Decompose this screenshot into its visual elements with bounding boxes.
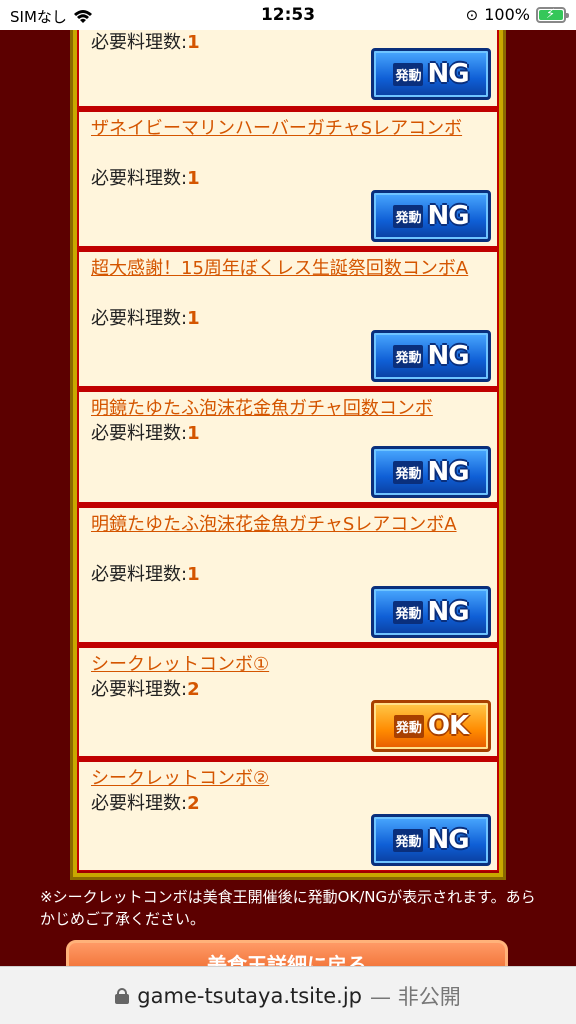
url-bar[interactable]: game-tsutaya.tsite.jp — 非公開 xyxy=(0,966,576,1024)
trigger-label: 発動 xyxy=(393,714,424,738)
battery-percentage: 100% xyxy=(484,5,530,24)
combo-row: 明鏡たゆたふ泡沫花金魚ガチャSレアコンボA 必要料理数:1 発動 NG xyxy=(79,508,497,642)
trigger-label: 発動 xyxy=(393,460,424,484)
combo-row: 明鏡たゆたふ泡沫花金魚ガチャ回数コンボ 必要料理数:1 発動 NG xyxy=(79,392,497,502)
combo-row: シークレットコンボ② 必要料理数:2 発動 NG xyxy=(79,762,497,870)
requirement-text: 必要料理数:1 xyxy=(91,32,200,53)
battery-charging-icon: ⚡ xyxy=(536,6,569,23)
status-button-ng[interactable]: 発動 NG xyxy=(371,48,491,100)
requirement-text: 必要料理数:1 xyxy=(91,308,200,329)
combo-title-link[interactable]: ザネイビーマリンハーバーガチャSレアコンボ xyxy=(91,116,491,141)
combo-title-link[interactable]: 明鏡たゆたふ泡沫花金魚ガチャ回数コンボ xyxy=(91,396,491,421)
status-button-ng[interactable]: 発動 NG xyxy=(371,190,491,242)
status-bar: SIMなし 12:53 ⊙ 100% ⚡ xyxy=(0,0,576,30)
requirement-text: 必要料理数:1 xyxy=(91,168,200,189)
status-button-ng[interactable]: 発動 NG xyxy=(371,446,491,498)
status-label: NG xyxy=(427,597,469,627)
status-button-ng[interactable]: 発動 NG xyxy=(371,586,491,638)
trigger-label: 発動 xyxy=(393,204,424,228)
status-label: NG xyxy=(427,59,469,89)
combo-row: シークレットコンボ① 必要料理数:2 発動 OK xyxy=(79,648,497,756)
trigger-label: 発動 xyxy=(393,344,424,368)
status-button-ok[interactable]: 発動 OK xyxy=(371,700,491,752)
trigger-label: 発動 xyxy=(393,600,424,624)
url-domain: game-tsutaya.tsite.jp xyxy=(137,983,363,1008)
orientation-lock-icon: ⊙ xyxy=(465,5,479,24)
status-label: OK xyxy=(427,711,469,741)
status-label: NG xyxy=(427,825,469,855)
requirement-text: 必要料理数:1 xyxy=(91,564,200,585)
combo-row: ザネイビーマリンハーバーガチャSレアコンボ 必要料理数:1 発動 NG xyxy=(79,112,497,246)
combo-title-link[interactable]: 明鏡たゆたふ泡沫花金魚ガチャSレアコンボA xyxy=(91,512,491,537)
combo-row: 超大感謝！15周年ぼくレス生誕祭回数コンボA 必要料理数:1 発動 NG xyxy=(79,252,497,386)
combo-list: 必要料理数:1 発動 NG ザネイビーマリンハーバーガチャSレアコンボ 必要料理… xyxy=(77,30,499,873)
combo-title-link[interactable]: シークレットコンボ② xyxy=(91,766,491,791)
status-label: NG xyxy=(427,201,469,231)
status-label: NG xyxy=(427,341,469,371)
trigger-label: 発動 xyxy=(393,828,424,852)
status-button-ng[interactable]: 発動 NG xyxy=(371,814,491,866)
status-label: NG xyxy=(427,457,469,487)
combo-title-link[interactable]: シークレットコンボ① xyxy=(91,652,491,677)
secret-combo-note: ※シークレットコンボは美食王開催後に発動OK/NGが表示されます。あらかじめご了… xyxy=(40,888,536,928)
url-private-label: — 非公開 xyxy=(370,984,461,1009)
requirement-text: 必要料理数:2 xyxy=(91,679,200,700)
status-button-ng[interactable]: 発動 NG xyxy=(371,330,491,382)
requirement-text: 必要料理数:1 xyxy=(91,423,200,444)
combo-title-link[interactable]: 超大感謝！15周年ぼくレス生誕祭回数コンボA xyxy=(91,256,491,281)
trigger-label: 発動 xyxy=(393,62,424,86)
lock-icon xyxy=(115,987,130,1004)
combo-list-frame: 必要料理数:1 発動 NG ザネイビーマリンハーバーガチャSレアコンボ 必要料理… xyxy=(70,30,506,880)
combo-row: 必要料理数:1 発動 NG xyxy=(79,30,497,106)
requirement-text: 必要料理数:2 xyxy=(91,793,200,814)
